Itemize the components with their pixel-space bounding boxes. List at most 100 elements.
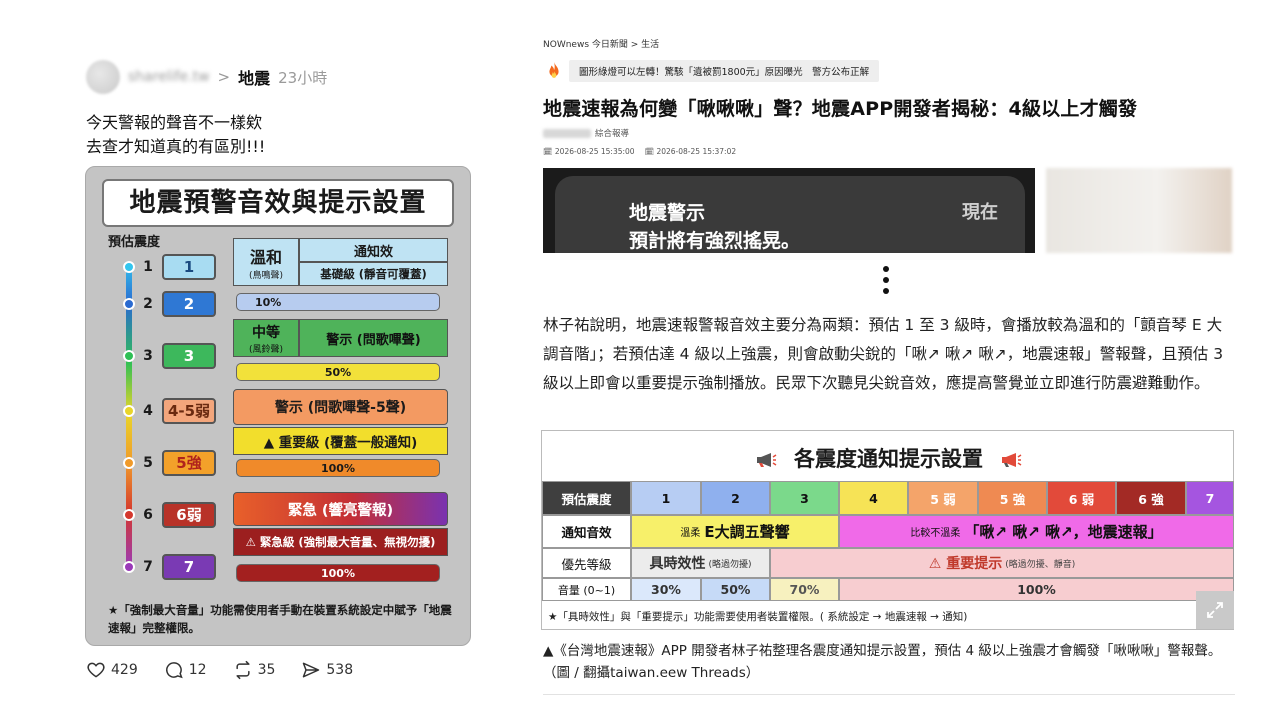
table-note: ★「具時效性」與「重要提示」功能需要使用者裝置權限。( 系統設定 → 地震速報 … — [548, 611, 968, 623]
updated-date: 🗓 2026-08-25 15:37:02 — [644, 147, 737, 156]
level-header: 5 強 — [978, 481, 1047, 515]
level-number: 5 — [143, 455, 153, 471]
post-text-line2: 去查才知道真的有區別!!! — [86, 137, 266, 156]
level-box: 2 — [162, 291, 216, 317]
level-box: 4-5弱 — [162, 398, 216, 424]
warn5-label: 警示 (問歌嗶聲-5聲) — [233, 389, 448, 425]
row-label: 通知音效 — [542, 515, 631, 548]
heart-icon — [87, 662, 105, 678]
trending-bar[interactable]: 圖形綠燈可以左轉！驚駭「遺被罰1800元」原因曝光 警方公布正解 — [543, 58, 880, 84]
comment-button[interactable]: 12 — [164, 660, 207, 680]
expand-button[interactable] — [1196, 591, 1234, 629]
post-actions: 429 12 35 538 — [86, 660, 353, 680]
fire-icon — [549, 61, 559, 78]
medium-cell: 中等 (風鈴聲) — [233, 319, 299, 357]
article-body: 林子祐說明，地震速報警報音效主要分為兩類：預估 1 至 3 級時，會播放較為溫和… — [543, 316, 1224, 392]
post-image[interactable]: 地震預警音效與提示設置 預估震度 1 1 2 2 3 3 4 4-5弱 5 5強 6 6弱 7 7 溫和 … — [85, 166, 471, 646]
level-dot — [123, 298, 135, 310]
avatar[interactable] — [86, 60, 120, 94]
more-icon[interactable] — [883, 266, 891, 299]
volume-bar-10: 10% — [236, 293, 440, 311]
important-label: ▲ 重要級 (覆蓋一般通知) — [233, 427, 448, 455]
volume-bar-100a: 100% — [236, 459, 440, 477]
post-text-line1: 今天警報的聲音不一樣欸 — [86, 113, 263, 132]
table-title: 各震度通知提示設置 — [794, 447, 983, 471]
priority-timely-cell: 具時效性 (略過勿擾) — [631, 548, 770, 578]
post-topic[interactable]: 地震 — [238, 65, 270, 89]
level-dot — [123, 509, 135, 521]
level-header: 5 弱 — [908, 481, 978, 515]
settings-table-image[interactable]: 各震度通知提示設置 預估震度 1 2 3 4 5 弱5 強6 弱6 強 7 通知音效 溫柔 E大調… — [541, 430, 1234, 630]
table-title-row: 各震度通知提示設置 — [542, 443, 1235, 473]
volume-bar-100b: 100% — [236, 564, 440, 582]
level-box: 6弱 — [162, 502, 216, 528]
priority-timely-sub: (略過勿擾) — [708, 559, 752, 570]
level-header: 2 — [701, 481, 770, 515]
volume-50: 50% — [701, 578, 770, 601]
article-headline: 地震速報為何變「啾啾啾」聲？地震APP開發者揭秘：4級以上才觸發 — [543, 98, 1138, 120]
level-dot — [123, 350, 135, 362]
like-button[interactable]: 429 — [86, 660, 138, 680]
share-button[interactable]: 538 — [301, 660, 353, 680]
repost-count: 35 — [257, 662, 276, 678]
author-role: 綜合報導 — [595, 129, 630, 139]
published-value: 2026-08-25 15:35:00 — [554, 147, 635, 156]
post-handle[interactable]: sharelife.tw — [128, 69, 210, 85]
level-header: 6 強 — [1116, 481, 1186, 515]
published-date: 🗓 2026-08-25 15:35:00 — [543, 147, 635, 156]
social-post: sharelife.tw > 地震 23小時 今天警報的聲音不一樣欸 去查才知道… — [0, 0, 500, 720]
post-text: 今天警報的聲音不一樣欸 去查才知道真的有區別!!! — [86, 111, 265, 159]
priority-important: ⚠ 重要提示 — [928, 556, 1003, 572]
volume-10: 10% — [255, 295, 282, 309]
gentle-label: 溫和 — [249, 247, 282, 267]
urgent-label: 緊急 (響亮警報) — [233, 492, 448, 526]
level-header: 7 — [1186, 481, 1234, 515]
send-icon — [303, 662, 320, 678]
level-number: 7 — [143, 559, 153, 575]
article-dates: 🗓 2026-08-25 15:35:00 🗓 2026-08-25 15:37… — [543, 147, 736, 156]
sound-sharp-prefix: 比較不溫柔 — [910, 528, 961, 539]
updated-value: 2026-08-25 15:37:02 — [656, 147, 737, 156]
level-box: 7 — [162, 554, 216, 580]
medium-label: 中等 — [252, 324, 280, 341]
level-header: 3 — [770, 481, 839, 515]
expand-icon — [1207, 602, 1223, 618]
sound-gentle-prefix: 溫柔 — [680, 528, 701, 539]
level-dot — [123, 261, 135, 273]
level-header: 預估震度 — [108, 235, 161, 250]
priority-important-sub: (略過勿擾、靜音) — [1005, 559, 1076, 570]
author-name[interactable] — [543, 128, 591, 138]
repost-button[interactable]: 35 — [233, 660, 276, 680]
divider — [543, 694, 1235, 695]
priority-important-cell: ⚠ 重要提示 (略過勿擾、靜音) — [770, 548, 1234, 578]
breadcrumb[interactable]: NOWnews 今日新聞 > 生活 — [543, 37, 659, 50]
row-label: 預估震度 — [542, 481, 631, 515]
basic-level: 基礎級 (靜音可覆蓋) — [299, 262, 448, 286]
sound-sharp-cell: 比較不溫柔 「啾↗ 啾↗ 啾↗，地震速報」 — [839, 515, 1234, 548]
image-caption: ▲《台灣地震速報》APP 開發者林子祐整理各震度通知提示設置，預估 4 級以上強… — [543, 643, 1222, 681]
gentle-sub: (鳥鳴聲) — [248, 270, 284, 281]
chevron-right-icon: > — [217, 68, 231, 86]
level-number: 4 — [143, 403, 153, 419]
comment-count: 12 — [188, 662, 207, 678]
post-header: sharelife.tw > 地震 23小時 — [86, 60, 327, 94]
volume-100: 100% — [839, 578, 1234, 601]
level-dot — [123, 561, 135, 573]
image-title: 地震預警音效與提示設置 — [102, 179, 454, 227]
side-ad-image[interactable] — [1046, 168, 1232, 253]
level-number: 1 — [143, 259, 153, 275]
level-number: 3 — [143, 348, 153, 364]
level-box: 1 — [162, 254, 216, 280]
row-label: 優先等級 — [542, 548, 631, 578]
level-number: 6 — [143, 507, 153, 523]
trending-headline[interactable]: 圖形綠燈可以左轉！驚駭「遺被罰1800元」原因曝光 警方公布正解 — [569, 60, 880, 82]
urgent-level: ⚠ 緊急級 (強制最大音量、無視勿擾) — [233, 528, 448, 556]
hero-image[interactable]: 地震警示 預計將有強烈搖晃。 現在 — [543, 168, 1035, 253]
gentle-cell: 溫和 (鳥鳴聲) — [233, 238, 299, 286]
post-time: 23小時 — [278, 68, 328, 87]
image-note: ★「強制最大音量」功能需使用者手動在裝置系統設定中賦予「地震速報」完整權限。 — [108, 603, 452, 635]
volume-100b: 100% — [321, 566, 355, 580]
share-count: 538 — [326, 662, 354, 678]
volume-50: 50% — [324, 365, 352, 379]
hero-line1: 地震警示 — [629, 202, 706, 224]
